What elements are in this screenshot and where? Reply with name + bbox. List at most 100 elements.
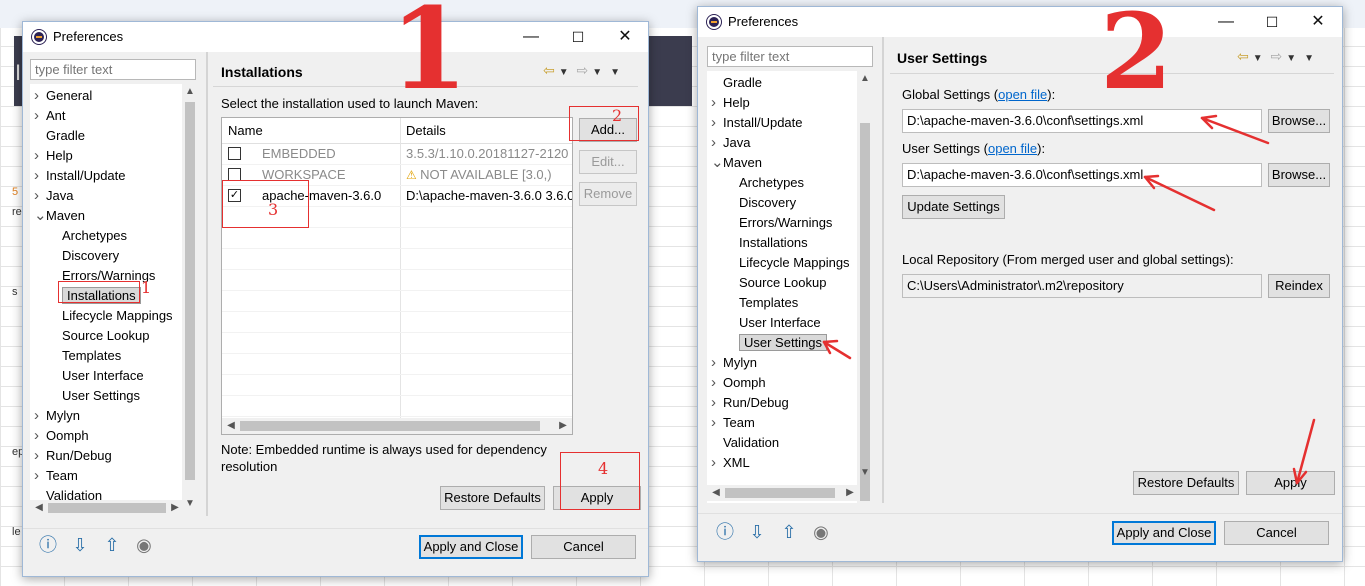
tree-item-run-debug[interactable]: › Run/Debug [711,394,789,412]
tree-item-maven[interactable]: ⌄Maven [711,154,762,172]
tree-item-gradle[interactable]: Gradle [711,74,762,92]
chevron-right-icon[interactable]: › [34,427,46,445]
tree-item-source-lookup[interactable]: Source Lookup [62,327,149,345]
chevron-down-icon[interactable]: ⌄ [711,154,724,172]
chevron-right-icon[interactable]: › [711,414,723,432]
tree-item-run-debug[interactable]: › Run/Debug [34,447,112,465]
help-icon[interactable]: ⓘ [714,521,736,543]
chevron-right-icon[interactable]: › [711,354,723,372]
tree-item-ant[interactable]: › Ant [34,107,66,125]
cancel-button[interactable]: Cancel [1224,521,1329,545]
tree-item-install-update[interactable]: › Install/Update [34,167,126,185]
chevron-right-icon[interactable]: › [711,114,723,132]
installation-checkbox[interactable] [228,147,241,160]
filter-input[interactable] [707,46,873,67]
close-button[interactable]: ✕ [1298,11,1338,33]
apply-button[interactable]: Apply [1246,471,1335,495]
column-header-details[interactable]: Details [400,118,572,144]
chevron-right-icon[interactable]: › [34,167,46,185]
scroll-thumb[interactable] [48,503,166,513]
export-icon[interactable]: ⇧ [101,534,123,556]
filter-input[interactable] [30,59,196,80]
scroll-right-icon[interactable]: ▶ [556,420,570,431]
record-icon[interactable]: ◉ [133,534,155,556]
cancel-button[interactable]: Cancel [531,535,636,559]
maximize-button[interactable]: ☐ [1252,11,1292,33]
table-horizontal-scrollbar[interactable]: ◀ ▶ [222,418,572,434]
pane-divider[interactable] [206,52,208,516]
pane-divider[interactable] [882,37,884,503]
close-button[interactable]: ✕ [605,26,645,48]
scroll-up-icon[interactable]: ▲ [858,73,872,84]
user-open-file-link[interactable]: open file [988,141,1037,156]
tree-horizontal-scrollbar[interactable]: ◀ ▶ [30,500,182,516]
chevron-right-icon[interactable]: › [711,374,723,392]
view-menu-icon[interactable]: ▼ [610,67,620,78]
tree-item-installations[interactable]: Installations [739,234,808,252]
scroll-thumb[interactable] [860,123,870,501]
scroll-right-icon[interactable]: ▶ [843,487,857,498]
scroll-down-icon[interactable]: ▼ [183,498,197,509]
scroll-thumb[interactable] [725,488,835,498]
chevron-right-icon[interactable]: › [34,407,46,425]
minimize-button[interactable]: — [511,26,551,48]
chevron-right-icon[interactable]: › [711,134,723,152]
tree-item-help[interactable]: › Help [34,147,73,165]
tree-item-user-settings[interactable]: User Settings [739,334,828,352]
tree-item-general[interactable]: › General [34,87,92,105]
tree-item-archetypes[interactable]: Archetypes [62,227,127,245]
tree-item-validation[interactable]: Validation [711,434,779,452]
chevron-right-icon[interactable]: › [34,467,46,485]
update-settings-button[interactable]: Update Settings [902,195,1005,219]
tree-item-source-lookup[interactable]: Source Lookup [739,274,826,292]
chevron-right-icon[interactable]: › [711,94,723,112]
tree-item-lifecycle-mappings[interactable]: Lifecycle Mappings [739,254,850,272]
scroll-left-icon[interactable]: ◀ [32,502,46,513]
tree-item-java[interactable]: › Java [34,187,73,205]
restore-defaults-button[interactable]: Restore Defaults [440,486,545,510]
chevron-right-icon[interactable]: › [34,107,46,125]
remove-button[interactable]: Remove [579,182,637,206]
chevron-right-icon[interactable]: › [34,187,46,205]
tree-item-java[interactable]: › Java [711,134,750,152]
tree-item-mylyn[interactable]: › Mylyn [711,354,757,372]
tree-item-templates[interactable]: Templates [739,294,798,312]
chevron-right-icon[interactable]: › [34,87,46,105]
tree-item-errors-warnings[interactable]: Errors/Warnings [739,214,832,232]
view-menu-icon[interactable]: ▼ [1304,53,1314,64]
scroll-thumb[interactable] [240,421,540,431]
chevron-right-icon[interactable]: › [711,394,723,412]
import-icon[interactable]: ⇩ [69,534,91,556]
forward-dropdown-icon[interactable]: ▼ [1286,53,1296,64]
import-icon[interactable]: ⇩ [746,521,768,543]
tree-item-lifecycle-mappings[interactable]: Lifecycle Mappings [62,307,173,325]
record-icon[interactable]: ◉ [810,521,832,543]
tree-item-install-update[interactable]: › Install/Update [711,114,803,132]
tree-item-discovery[interactable]: Discovery [739,194,796,212]
back-arrow-icon[interactable]: ⇦ [543,62,555,78]
chevron-right-icon[interactable]: › [711,454,723,472]
user-settings-field[interactable]: D:\apache-maven-3.6.0\conf\settings.xml [902,163,1262,187]
chevron-right-icon[interactable]: › [34,447,46,465]
tree-item-xml[interactable]: › XML [711,454,750,472]
reindex-button[interactable]: Reindex [1268,274,1330,298]
forward-dropdown-icon[interactable]: ▼ [592,67,602,78]
chevron-right-icon[interactable]: › [34,147,46,165]
tree-item-gradle[interactable]: Gradle [34,127,85,145]
export-icon[interactable]: ⇧ [778,521,800,543]
apply-and-close-button[interactable]: Apply and Close [419,535,523,559]
tree-item-user-interface[interactable]: User Interface [62,367,144,385]
tree-item-help[interactable]: › Help [711,94,750,112]
minimize-button[interactable]: — [1206,11,1246,33]
tree-horizontal-scrollbar[interactable]: ◀ ▶ [707,485,857,501]
back-dropdown-icon[interactable]: ▼ [559,67,569,78]
scroll-right-icon[interactable]: ▶ [168,502,182,513]
table-row[interactable]: EMBEDDED 3.5.3/1.10.0.20181127-2120 [222,144,572,165]
tree-vertical-scrollbar[interactable]: ▲ ▼ [857,71,873,503]
forward-arrow-icon[interactable]: ⇨ [577,62,589,78]
tree-item-user-settings[interactable]: User Settings [62,387,140,405]
chevron-down-icon[interactable]: ⌄ [34,207,47,225]
scroll-down-icon[interactable]: ▼ [858,467,872,478]
restore-defaults-button[interactable]: Restore Defaults [1133,471,1239,495]
tree-item-mylyn[interactable]: › Mylyn [34,407,80,425]
